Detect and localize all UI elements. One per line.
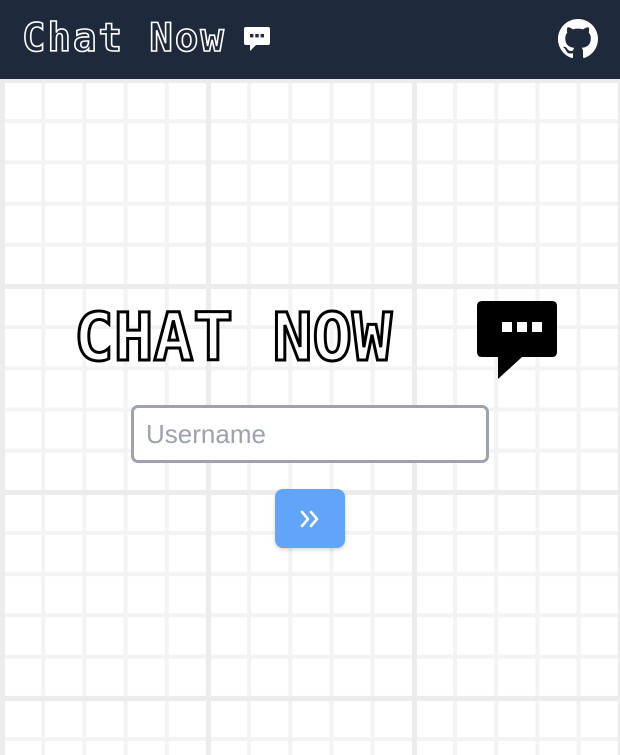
- double-chevron-right-icon: [300, 510, 319, 527]
- hero-title: CHAT NOW: [73, 298, 394, 377]
- chat-bubble-icon: [477, 301, 557, 379]
- nav-title: Chat Now: [21, 15, 226, 62]
- github-icon[interactable]: [558, 19, 598, 59]
- join-chat-button[interactable]: [275, 489, 345, 548]
- username-input[interactable]: [131, 405, 489, 463]
- chat-bubble-icon: [243, 27, 270, 51]
- navbar: Chat Now: [0, 0, 620, 79]
- nav-brand[interactable]: Chat Now: [21, 12, 272, 66]
- hero: CHAT NOW: [73, 296, 560, 380]
